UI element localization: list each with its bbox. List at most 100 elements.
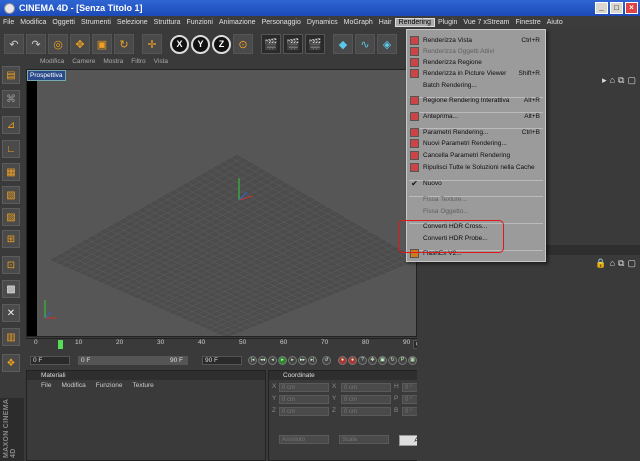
home-icon-2[interactable]: ⌂ [610, 258, 615, 269]
frame-range-bar[interactable]: 0 F 90 F [78, 356, 188, 365]
soft-selection-icon[interactable]: ▥ [2, 328, 20, 346]
menu-mograph[interactable]: MoGraph [341, 19, 376, 26]
nurbs-icon[interactable]: ◈ [377, 34, 397, 54]
tweak-mode-icon[interactable]: ⊡ [2, 256, 20, 274]
menu-oggetti[interactable]: Oggetti [49, 19, 78, 26]
undo-icon[interactable]: ↶ [4, 34, 24, 54]
rendering-menu-item[interactable]: Cancella Parametri Rendering [407, 150, 545, 161]
picture-viewer-icon[interactable]: 🎬 [305, 34, 325, 54]
scale-tool-icon[interactable]: ▣ [92, 34, 112, 54]
rendering-menu-item[interactable]: Renderizza Regione [407, 57, 545, 68]
position-field[interactable]: 0 cm [279, 395, 329, 404]
rendering-menu-item[interactable]: Parametri Rendering... Ctrl+B [407, 127, 545, 138]
next-frame-icon[interactable]: ▸ [288, 355, 297, 365]
menu-dynamics[interactable]: Dynamics [304, 19, 341, 26]
live-selection-icon[interactable]: ◎ [48, 34, 68, 54]
home-icon[interactable]: ⌂ [610, 75, 615, 86]
axis-tool-icon[interactable]: ✛ [142, 34, 162, 54]
pla-key-icon[interactable]: ▦ [408, 355, 417, 365]
size-mode-select[interactable]: Scala [339, 435, 389, 444]
use-object-icon[interactable]: ⌘ [2, 90, 20, 108]
prev-frame-icon[interactable]: ◂ [268, 355, 277, 365]
timeline-ruler[interactable]: 0 10 20 30 40 50 60 70 80 90 [26, 338, 456, 350]
menu-strumenti[interactable]: Strumenti [78, 19, 114, 26]
points-mode-icon[interactable]: ▦ [2, 163, 20, 181]
menu-modifica[interactable]: Modifica [17, 19, 49, 26]
materials-menu-funzione[interactable]: Funzione [96, 382, 123, 389]
rotate-tool-icon[interactable]: ↻ [114, 34, 134, 54]
position-field[interactable]: 0 cm [279, 407, 329, 416]
rendering-menu-item[interactable]: Ripulisci Tutte le Soluzioni nella Cache [407, 162, 545, 173]
copy-icon[interactable]: ⧉ [618, 75, 624, 86]
edges-mode-icon[interactable]: ▧ [2, 186, 20, 204]
use-texture-icon[interactable]: ⊿ [2, 116, 20, 134]
menu-animazione[interactable]: Animazione [216, 19, 259, 26]
y-axis-lock-icon[interactable]: Y [191, 34, 210, 54]
range-end-field[interactable]: 90 F [202, 356, 242, 365]
play-icon[interactable]: ▸ [278, 355, 287, 365]
menu-rendering[interactable]: Rendering [394, 18, 435, 27]
menu-aiuto[interactable]: Aiuto [544, 19, 566, 26]
viewport-menu-vista[interactable]: Vista [154, 58, 168, 68]
spline-pen-icon[interactable]: ∿ [355, 34, 375, 54]
use-model-icon[interactable]: ▤ [2, 66, 20, 84]
size-field[interactable]: 0 cm [341, 407, 391, 416]
viewport-menu-mostra[interactable]: Mostra [103, 58, 123, 68]
goto-start-icon[interactable]: |◂ [248, 355, 257, 365]
arrow-icon[interactable]: ▸ [602, 75, 607, 86]
rotation-key-icon[interactable]: ↻ [388, 355, 397, 365]
record-icon[interactable]: ● [338, 355, 347, 365]
copy-icon-2[interactable]: ⧉ [618, 258, 624, 269]
position-field[interactable]: 0 cm [279, 383, 329, 392]
polygons-mode-icon[interactable]: ▨ [2, 208, 20, 226]
menu-struttura[interactable]: Struttura [151, 19, 184, 26]
animation-mode-icon[interactable]: ⊞ [2, 230, 20, 248]
goto-end-icon[interactable]: ▸| [308, 355, 317, 365]
redo-icon[interactable]: ↷ [26, 34, 46, 54]
menu-funzioni[interactable]: Funzioni [184, 19, 216, 26]
menu-personaggio[interactable]: Personaggio [259, 19, 304, 26]
size-field[interactable]: 0 cm [341, 383, 391, 392]
maximize-button[interactable]: □ [610, 2, 623, 14]
materials-menu-file[interactable]: File [41, 382, 51, 389]
keyframe-selection-icon[interactable]: ? [358, 355, 367, 365]
rendering-menu-item[interactable]: Anteprima... Alt+B [407, 111, 545, 122]
materials-menu-modifica[interactable]: Modifica [61, 382, 85, 389]
viewport-menu-filtro[interactable]: Filtro [131, 58, 145, 68]
render-view-icon[interactable]: 🎬 [261, 34, 281, 54]
coordinate-mode-select[interactable]: Assoluto [279, 435, 329, 444]
rendering-menu-item[interactable]: Renderizza in Picture Viewer Shift+R [407, 68, 545, 79]
close-button[interactable]: × [625, 2, 638, 14]
rendering-menu-item[interactable]: Regione Rendering Interattiva Alt+R [407, 95, 545, 106]
z-axis-lock-icon[interactable]: Z [212, 34, 231, 54]
rendering-menu-item[interactable]: Renderizza Vista Ctrl+R [407, 35, 545, 46]
prev-key-icon[interactable]: ◂◂ [258, 355, 267, 365]
paint-icon[interactable]: ❖ [2, 354, 20, 372]
render-region-icon[interactable]: 🎬 [283, 34, 303, 54]
menu-plugin[interactable]: Plugin [435, 19, 460, 26]
menu-hair[interactable]: Hair [376, 19, 395, 26]
snapping-icon[interactable]: ✕ [2, 304, 20, 322]
autokey-icon[interactable]: ● [348, 355, 357, 365]
next-key-icon[interactable]: ▸▸ [298, 355, 307, 365]
workplane-icon[interactable]: ▩ [2, 280, 20, 298]
lock-icon[interactable]: 🔒 [595, 258, 606, 269]
rendering-menu-item[interactable]: Nuovi Parametri Rendering... [407, 138, 545, 149]
rendering-menu-item[interactable]: ✔ Nuovo [407, 178, 545, 189]
materials-menu-texture[interactable]: Texture [132, 382, 153, 389]
parameter-key-icon[interactable]: P [398, 355, 407, 365]
position-key-icon[interactable]: ✥ [368, 355, 377, 365]
size-field[interactable]: 0 cm [341, 395, 391, 404]
use-axis-icon[interactable]: ∟ [2, 140, 20, 158]
cube-primitive-icon[interactable]: ◆ [333, 34, 353, 54]
scale-key-icon[interactable]: ▣ [378, 355, 387, 365]
move-tool-icon[interactable]: ✥ [70, 34, 90, 54]
new-window-icon[interactable]: ▢ [627, 75, 636, 86]
loop-icon[interactable]: ↺ [322, 355, 331, 365]
menu-vue-7-xstream[interactable]: Vue 7 xStream [460, 19, 512, 26]
menu-finestre[interactable]: Finestre [512, 19, 543, 26]
viewport-menu-camere[interactable]: Camere [72, 58, 95, 68]
viewport-perspective[interactable]: Prospettiva [26, 69, 417, 337]
new-window-icon-2[interactable]: ▢ [627, 258, 636, 269]
world-coordinate-icon[interactable]: ⊙ [233, 34, 253, 54]
